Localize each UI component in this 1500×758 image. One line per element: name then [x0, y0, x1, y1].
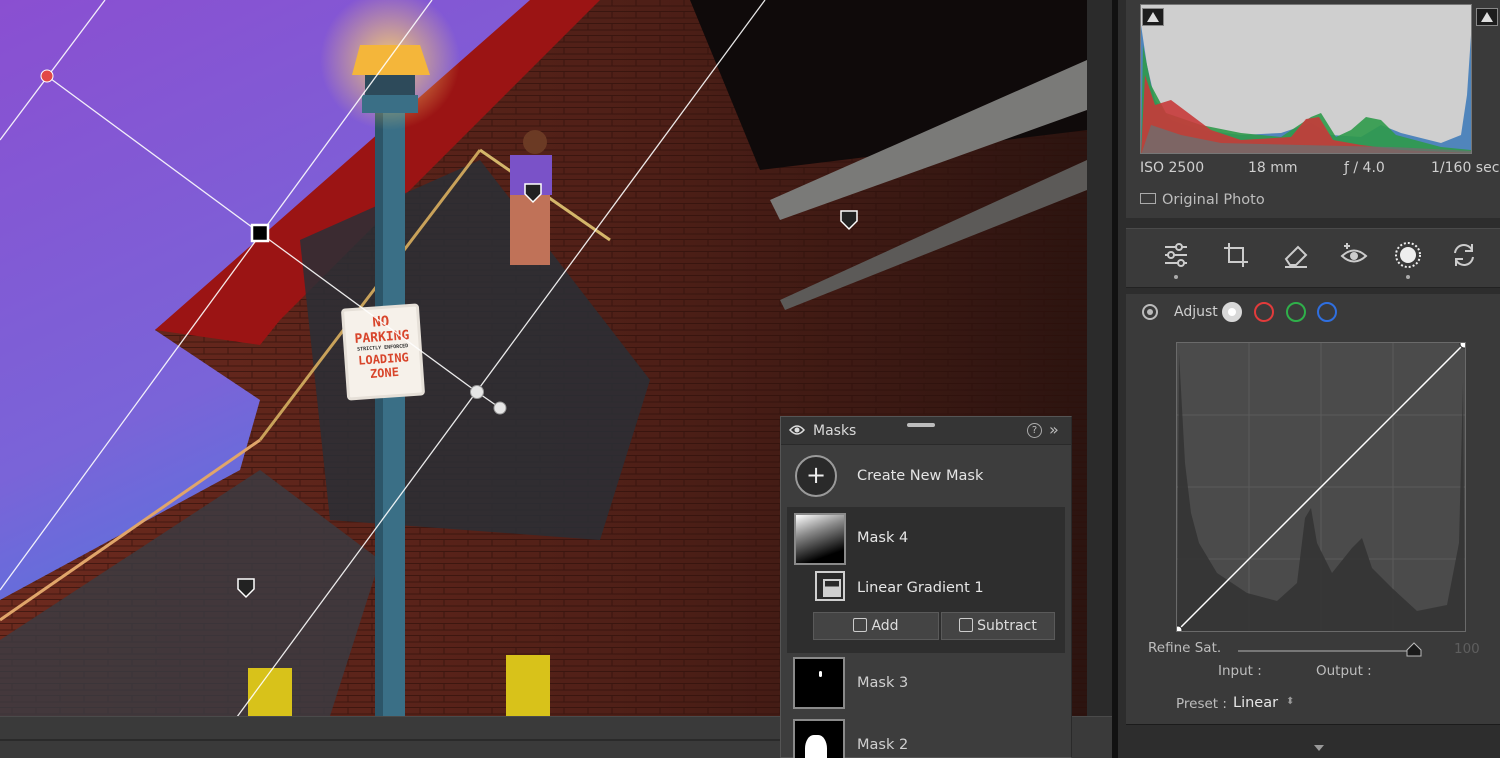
subtract-mask-icon	[959, 618, 974, 632]
linear-gradient-icon[interactable]	[815, 571, 845, 601]
add-mask-icon	[853, 618, 868, 632]
blue-channel-button[interactable]	[1317, 302, 1337, 322]
create-new-mask-button[interactable]: +	[795, 455, 837, 497]
mask-2-thumbnail[interactable]	[793, 719, 845, 758]
mask-4-name[interactable]: Mask 4	[857, 530, 908, 546]
highlight-clipping-indicator[interactable]	[1476, 8, 1498, 26]
red-channel-button[interactable]	[1254, 302, 1274, 322]
masks-panel: Masks ? » + Create New Mask Mask 4 Linea…	[780, 416, 1072, 758]
mask-2-name[interactable]: Mask 2	[857, 737, 908, 753]
focal-length-value: 18 mm	[1248, 160, 1298, 176]
mask-3-thumbnail[interactable]	[793, 657, 845, 709]
adjust-label: Adjust	[1174, 304, 1218, 320]
gradient-handle-red	[40, 69, 54, 83]
gradient-handle-white	[470, 385, 484, 399]
gradient-line-outer-bottom	[236, 0, 766, 716]
chevron-updown-icon[interactable]: ⬍	[1286, 696, 1294, 707]
mask-3-name[interactable]: Mask 3	[857, 675, 908, 691]
presets-icon[interactable]	[1450, 241, 1478, 269]
crop-icon[interactable]	[1222, 241, 1250, 269]
mask-pin-1	[524, 183, 542, 204]
original-photo-toggle[interactable]: Original Photo	[1140, 192, 1265, 208]
redeye-icon[interactable]	[1340, 241, 1368, 269]
tool-strip	[1126, 228, 1500, 288]
help-icon[interactable]: ?	[1027, 423, 1042, 438]
masking-active-dot	[1406, 275, 1410, 279]
masks-panel-header[interactable]: Masks ? »	[781, 417, 1071, 445]
refine-saturation-label: Refine Sat.	[1148, 640, 1222, 656]
preset-select[interactable]: Linear	[1233, 695, 1278, 711]
create-new-mask-label[interactable]: Create New Mask	[857, 468, 983, 484]
subtract-button[interactable]: Subtract	[941, 612, 1055, 640]
collapse-panel-icon[interactable]: »	[1049, 420, 1059, 439]
masking-icon[interactable]	[1394, 241, 1422, 269]
preset-label: Preset :	[1176, 696, 1227, 712]
targeted-adjustment-icon[interactable]	[1142, 304, 1158, 320]
eye-icon[interactable]	[789, 424, 805, 436]
green-channel-button[interactable]	[1286, 302, 1306, 322]
refine-saturation-value[interactable]: 100	[1454, 641, 1480, 657]
linear-gradient-1-name[interactable]: Linear Gradient 1	[857, 580, 984, 596]
refine-saturation-thumb[interactable]	[1406, 642, 1422, 658]
iso-value: ISO 2500	[1140, 160, 1205, 176]
input-label: Input :	[1218, 663, 1262, 679]
shutter-speed-value: 1/160 sec	[1431, 160, 1500, 176]
point-curve-panel: Adjust Refine Sat. 100 Input : Output :	[1126, 294, 1500, 724]
mask-4-thumbnail[interactable]	[794, 513, 846, 565]
tone-curve[interactable]	[1173, 339, 1469, 635]
refine-saturation-slider[interactable]	[1238, 650, 1418, 652]
masks-title: Masks	[813, 423, 857, 439]
output-label: Output :	[1316, 663, 1372, 679]
eraser-icon[interactable]	[1282, 241, 1310, 269]
shadow-clipping-indicator[interactable]	[1142, 8, 1164, 26]
edit-active-dot	[1174, 275, 1178, 279]
gradient-center-pin	[250, 223, 270, 243]
gradient-rotation-axis	[46, 75, 501, 409]
sliders-icon[interactable]	[1162, 241, 1190, 269]
right-panel: ISO 2500 18 mm ƒ / 4.0 1/160 sec Origina…	[1118, 0, 1500, 758]
gradient-line-outer-top	[0, 0, 106, 141]
mask-pin-2	[840, 210, 858, 231]
white-channel-button[interactable]	[1222, 302, 1242, 322]
subtract-label: Subtract	[977, 618, 1037, 634]
original-photo-label: Original Photo	[1162, 192, 1265, 208]
aperture-value: ƒ / 4.0	[1344, 160, 1385, 176]
histogram-panel: ISO 2500 18 mm ƒ / 4.0 1/160 sec Origina…	[1126, 0, 1500, 218]
chevron-down-icon[interactable]	[1314, 745, 1324, 751]
mask-pin-3	[237, 578, 255, 599]
add-button[interactable]: Add	[813, 612, 939, 640]
next-panel-header	[1126, 724, 1500, 758]
histogram[interactable]	[1140, 4, 1472, 154]
mask-item-mask-4[interactable]: Mask 4 Linear Gradient 1 Add Subtract	[787, 507, 1065, 653]
photo-gutter	[1087, 0, 1112, 716]
add-label: Add	[871, 618, 899, 634]
gradient-rotate-handle	[493, 401, 507, 415]
panel-drag-handle[interactable]	[907, 423, 935, 427]
